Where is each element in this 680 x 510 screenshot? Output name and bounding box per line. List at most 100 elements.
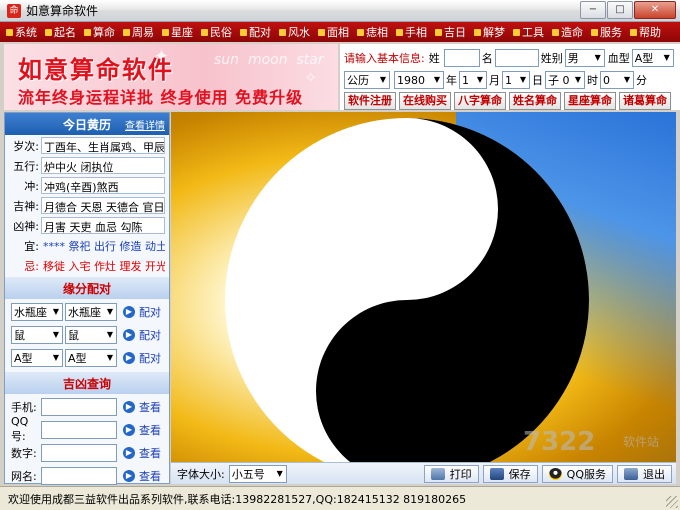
menu-bullet-icon — [357, 28, 364, 36]
menu-label: 算命 — [93, 26, 115, 39]
menu-item-lucky-day[interactable]: 吉日 — [435, 24, 466, 40]
menu-item-zodiac[interactable]: 星座 — [162, 24, 193, 40]
maximize-button[interactable]: □ — [607, 1, 633, 19]
match-button-label: 配对 — [139, 351, 161, 365]
watermark-text: 软件站 — [623, 435, 659, 449]
lookup-button-label: 查看 — [139, 446, 161, 460]
year-value: 1980 — [397, 73, 425, 87]
close-button[interactable]: ✕ — [634, 1, 676, 19]
hour-select[interactable]: 子 0 ▼ — [545, 71, 585, 89]
name-label: 名 — [481, 52, 493, 65]
menu-item-service[interactable]: 服务 — [591, 24, 622, 40]
menu-item-dream[interactable]: 解梦 — [474, 24, 505, 40]
lookup-button[interactable]: ▶ 查看 — [123, 399, 161, 415]
surname-label: 姓 — [428, 52, 440, 65]
month-value: 1 — [462, 73, 469, 87]
match-button-label: 配对 — [139, 328, 161, 342]
menu-item-naming[interactable]: 起名 — [45, 24, 76, 40]
phone-input[interactable] — [41, 397, 117, 416]
menu-label: 配对 — [249, 26, 271, 39]
day-select[interactable]: 1 ▼ — [502, 71, 530, 89]
almanac-detail-link[interactable]: 查看详情 — [125, 117, 165, 132]
bazi-button[interactable]: 八字算命 — [454, 92, 506, 110]
menu-item-face[interactable]: 面相 — [318, 24, 349, 40]
number-input[interactable] — [41, 443, 117, 462]
lookup-button[interactable]: ▶ 查看 — [123, 468, 161, 484]
minute-select[interactable]: 0 ▼ — [600, 71, 634, 89]
watermark-logo: 7322 — [523, 427, 595, 457]
qq-input[interactable] — [41, 420, 117, 439]
resize-grip-icon[interactable] — [666, 496, 678, 508]
buy-online-button[interactable]: 在线购买 — [399, 92, 451, 110]
zhuge-fortune-button[interactable]: 诸葛算命 — [619, 92, 671, 110]
almanac-key: 五行: — [13, 159, 39, 173]
almanac-yi-row: 宜: **** 祭祀 出行 修造 动土 — [5, 236, 169, 255]
menu-item-destiny[interactable]: 造命 — [552, 24, 583, 40]
minimize-button[interactable]: − — [580, 1, 606, 19]
match-button[interactable]: ▶ 配对 — [123, 350, 161, 366]
print-button[interactable]: 打印 — [423, 464, 479, 483]
gender-select[interactable]: 男 ▼ — [564, 49, 605, 67]
almanac-key: 吉神: — [13, 199, 39, 213]
nickname-input[interactable] — [41, 466, 117, 485]
qq-service-button[interactable]: QQ服务 — [541, 464, 613, 483]
zodiac-fortune-button[interactable]: 星座算命 — [564, 92, 616, 110]
almanac-row: 岁次: 丁酉年、生肖属鸡、甲辰月 — [5, 136, 169, 155]
surname-input[interactable] — [443, 49, 480, 67]
chevron-down-icon: ▼ — [476, 75, 484, 84]
floppy-disk-icon — [489, 467, 504, 480]
gender-label: 姓别 — [540, 52, 563, 65]
chevron-down-icon: ▼ — [106, 329, 114, 339]
calendar-select[interactable]: 公历 ▼ — [344, 71, 390, 89]
almanac-row: 吉神: 月德合 天恩 天德合 官日 — [5, 196, 169, 215]
name-fortune-button[interactable]: 姓名算命 — [509, 92, 561, 110]
match-select-a[interactable]: A型 ▼ — [11, 348, 63, 367]
arrow-right-icon: ▶ — [123, 469, 135, 482]
menu-item-system[interactable]: 系统 — [6, 24, 37, 40]
year-select[interactable]: 1980 ▼ — [394, 71, 444, 89]
chevron-down-icon: ▼ — [623, 75, 631, 84]
match-select-b[interactable]: 鼠 ▼ — [65, 325, 117, 344]
menu-item-fengshui[interactable]: 风水 — [279, 24, 310, 40]
year-label: 年 — [446, 74, 457, 87]
font-size-select[interactable]: 小五号 ▼ — [228, 464, 287, 483]
name-input[interactable] — [494, 49, 539, 67]
menu-item-folk[interactable]: 民俗 — [201, 24, 232, 40]
blood-type-select[interactable]: A型 ▼ — [631, 49, 674, 67]
menu-item-mole[interactable]: 痣相 — [357, 24, 388, 40]
lookup-button[interactable]: ▶ 查看 — [123, 422, 161, 438]
month-select[interactable]: 1 ▼ — [459, 71, 487, 89]
lookup-button-label: 查看 — [139, 469, 161, 483]
exit-button[interactable]: 退出 — [617, 464, 672, 483]
lookup-key: 网名: — [11, 469, 37, 483]
almanac-yi-value: **** 祭祀 出行 修造 动土 — [43, 240, 165, 253]
arrow-right-icon: ▶ — [123, 305, 135, 318]
menu-item-fortune[interactable]: 算命 — [84, 24, 115, 40]
menu-label: 面相 — [327, 26, 349, 39]
lookup-row: 手机: ▶ 查看 — [5, 396, 169, 417]
save-button[interactable]: 保存 — [482, 464, 538, 483]
chevron-down-icon: ▼ — [574, 75, 582, 84]
window-title: 如意算命软件 — [26, 4, 99, 18]
menu-item-tools[interactable]: 工具 — [513, 24, 544, 40]
match-select-a[interactable]: 水瓶座 ▼ — [11, 302, 63, 321]
blood-label: 血型 — [607, 52, 630, 65]
lookup-button[interactable]: ▶ 查看 — [123, 445, 161, 461]
match-button[interactable]: ▶ 配对 — [123, 327, 161, 343]
match-select-b[interactable]: 水瓶座 ▼ — [65, 302, 117, 321]
blood-value: A型 — [634, 52, 654, 65]
menu-label: 服务 — [600, 26, 622, 39]
register-button[interactable]: 软件注册 — [344, 92, 396, 110]
menu-bullet-icon — [84, 28, 91, 36]
menu-bullet-icon — [513, 28, 520, 36]
menu-item-palm[interactable]: 手相 — [396, 24, 427, 40]
chevron-down-icon: ▼ — [106, 306, 114, 316]
match-button[interactable]: ▶ 配对 — [123, 304, 161, 320]
menu-item-match[interactable]: 配对 — [240, 24, 271, 40]
match-select-a[interactable]: 鼠 ▼ — [11, 325, 63, 344]
window-controls: − □ ✕ — [579, 1, 676, 19]
menu-item-zhouyi[interactable]: 周易 — [123, 24, 154, 40]
menu-item-help[interactable]: 帮助 — [630, 24, 661, 40]
match-select-b[interactable]: A型 ▼ — [65, 348, 117, 367]
match-row: 鼠 ▼ 鼠 ▼ ▶ 配对 — [5, 324, 169, 345]
